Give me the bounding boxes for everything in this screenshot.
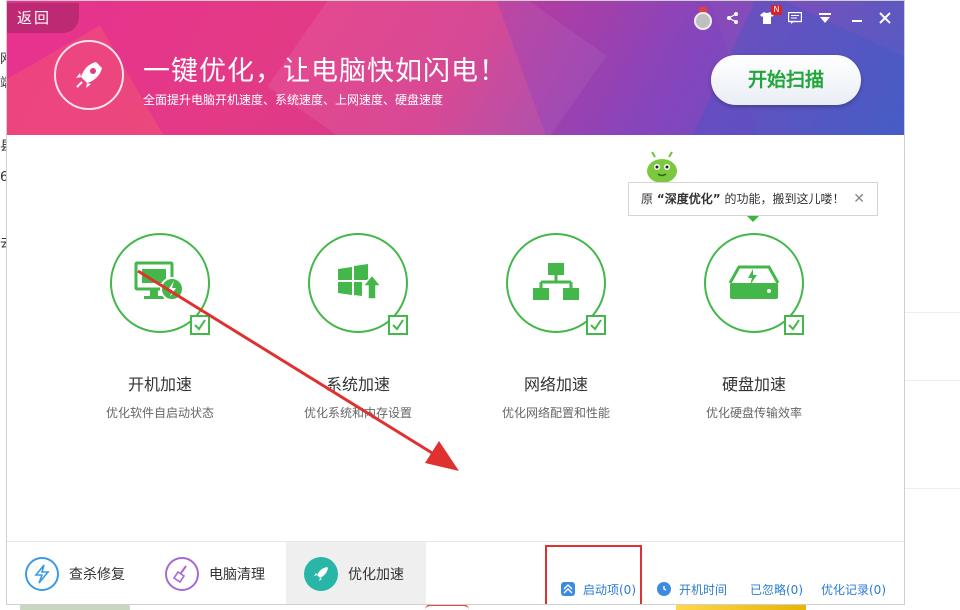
feedback-icon[interactable] bbox=[787, 7, 803, 29]
startup-icon bbox=[561, 582, 575, 596]
disk-checkbox[interactable] bbox=[784, 315, 804, 335]
tab-label: 电脑清理 bbox=[209, 567, 265, 583]
startup-link[interactable]: 启动项(0) bbox=[561, 580, 636, 598]
feature-name: 硬盘加速 bbox=[721, 375, 786, 394]
tab-optimize-speedup[interactable]: 优化加速 bbox=[286, 542, 426, 604]
boot-time-label: 开机时间 bbox=[679, 582, 728, 597]
feature-network-acceleration[interactable]: 网络加速 优化网络配置和性能 bbox=[476, 233, 636, 433]
network-checkbox[interactable] bbox=[586, 315, 606, 335]
header-banner: 返回 一键优化，让电脑快如闪电！ 全面提升电脑开机速度、系统速度、上网速度、硬盘… bbox=[7, 1, 904, 135]
history-link[interactable]: 优化记录(0) bbox=[821, 580, 886, 598]
tab-scan-repair[interactable]: 查杀修复 bbox=[7, 542, 147, 604]
feature-name: 开机加速 bbox=[127, 375, 192, 394]
boot-checkbox[interactable] bbox=[190, 315, 210, 335]
menu-dropdown-icon[interactable] bbox=[817, 7, 833, 29]
tab-label: 优化加速 bbox=[348, 567, 404, 583]
back-button[interactable]: 返回 bbox=[7, 3, 79, 33]
feature-desc: 优化系统和内存设置 bbox=[303, 406, 412, 420]
lightning-icon bbox=[25, 557, 59, 591]
optimize-window: 返回 一键优化，让电脑快如闪电！ 全面提升电脑开机速度、系统速度、上网速度、硬盘… bbox=[6, 0, 905, 605]
tab-label: 查杀修复 bbox=[69, 567, 125, 583]
feature-desc: 优化硬盘传输效率 bbox=[705, 406, 802, 420]
feature-moved-tooltip: 原 “深度优化” 的功能，搬到这儿喽！ ✕ bbox=[628, 182, 878, 222]
bg-divider bbox=[905, 488, 960, 489]
startup-label: 启动项(0) bbox=[583, 582, 636, 597]
tooltip-prefix: 原 bbox=[641, 192, 654, 206]
boot-time-link[interactable]: 开机时间 bbox=[657, 580, 727, 598]
feature-boot-acceleration[interactable]: 开机加速 优化软件自启动状态 bbox=[80, 233, 240, 433]
tooltip-close-icon[interactable]: ✕ bbox=[853, 183, 865, 215]
feature-name: 系统加速 bbox=[325, 375, 390, 394]
share-icon[interactable] bbox=[725, 7, 741, 29]
medal-icon[interactable] bbox=[693, 7, 713, 30]
page-subtitle: 全面提升电脑开机速度、系统速度、上网速度、硬盘速度 bbox=[143, 93, 444, 107]
bg-divider bbox=[905, 312, 960, 313]
feature-system-acceleration[interactable]: 系统加速 优化系统和内存设置 bbox=[278, 233, 438, 433]
tab-pc-cleanup[interactable]: 电脑清理 bbox=[147, 542, 287, 604]
bg-divider bbox=[905, 380, 960, 381]
minimize-icon[interactable] bbox=[849, 7, 865, 29]
rocket-icon bbox=[304, 557, 338, 591]
tooltip-suffix: 的功能，搬到这儿喽！ bbox=[724, 192, 845, 206]
rocket-logo-icon bbox=[54, 40, 124, 110]
tooltip-highlight: “深度优化” bbox=[656, 192, 721, 206]
close-icon[interactable] bbox=[877, 7, 893, 29]
feature-desc: 优化软件自启动状态 bbox=[105, 406, 214, 420]
bottom-bar: 查杀修复 电脑清理 优化加速 启动项(0) 开机时间 已忽略(0) 优化记录(0… bbox=[7, 541, 904, 604]
feature-disk-acceleration[interactable]: 硬盘加速 优化硬盘传输效率 bbox=[674, 233, 834, 433]
page-title: 一键优化，让电脑快如闪电！ bbox=[143, 56, 507, 87]
system-checkbox[interactable] bbox=[388, 315, 408, 335]
feature-desc: 优化网络配置和性能 bbox=[501, 406, 610, 420]
ignored-link[interactable]: 已忽略(0) bbox=[750, 580, 803, 598]
feature-name: 网络加速 bbox=[523, 375, 588, 394]
clock-icon bbox=[657, 582, 671, 596]
mascot-icon bbox=[643, 151, 681, 183]
start-scan-button[interactable]: 开始扫描 bbox=[711, 55, 861, 105]
broom-icon bbox=[165, 557, 199, 591]
notification-badge: N bbox=[771, 5, 782, 15]
